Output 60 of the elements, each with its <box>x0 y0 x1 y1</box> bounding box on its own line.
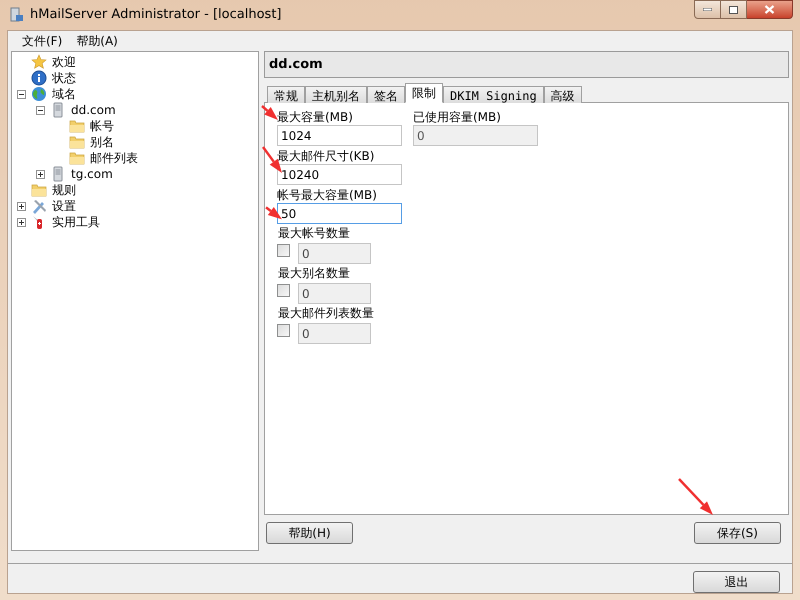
tree-item[interactable]: 域名 <box>50 85 78 103</box>
tab[interactable]: 高级 <box>544 86 582 103</box>
minimize-button[interactable] <box>694 0 721 19</box>
tab[interactable]: DKIM Signing <box>443 86 544 103</box>
help-button[interactable]: 帮助(H) <box>266 522 353 544</box>
field-label: 最大邮件尺寸(KB) <box>277 148 376 164</box>
field-label: 已使用容量(MB) <box>413 109 502 125</box>
field-label: 最大帐号数量 <box>277 225 351 241</box>
collapse-toggle[interactable] <box>16 90 26 98</box>
tree-item[interactable]: 别名 <box>88 133 116 151</box>
tree-item[interactable]: dd.com <box>69 101 118 119</box>
menu-item[interactable]: 文件(F) <box>16 32 68 50</box>
text-field[interactable]: 1024 <box>277 125 402 146</box>
field-label: 最大别名数量 <box>277 265 351 281</box>
collapse-toggle[interactable] <box>36 106 44 114</box>
maximize-button[interactable] <box>721 0 747 19</box>
star-icon <box>31 54 47 70</box>
exit-button[interactable]: 退出 <box>693 571 780 593</box>
tab[interactable]: 常规 <box>267 86 305 103</box>
tree-item[interactable]: 设置 <box>50 197 78 215</box>
maximize-icon <box>729 6 738 14</box>
minimize-icon <box>703 8 712 11</box>
expand-toggle[interactable] <box>16 218 26 226</box>
tree-item[interactable]: tg.com <box>69 165 115 183</box>
folder-icon <box>31 182 47 198</box>
folder-icon <box>69 134 85 150</box>
tab[interactable]: 签名 <box>367 86 405 103</box>
tools-icon <box>31 198 47 214</box>
plus-icon <box>36 170 44 178</box>
save-button[interactable]: 保存(S) <box>694 522 781 544</box>
annotation-arrow-icon <box>678 478 714 516</box>
tab[interactable]: 主机别名 <box>305 86 367 103</box>
plus-icon <box>18 202 24 210</box>
tab[interactable]: 限制 <box>405 83 443 103</box>
close-icon <box>764 5 775 14</box>
globe-icon <box>31 86 47 102</box>
menu-item[interactable]: 帮助(A) <box>70 32 124 50</box>
field-label: 最大容量(MB) <box>277 109 354 125</box>
expand-toggle[interactable] <box>16 202 26 210</box>
text-field[interactable]: 10240 <box>277 164 402 185</box>
close-button[interactable] <box>747 0 793 19</box>
field-label: 帐号最大容量(MB) <box>277 187 378 203</box>
expand-toggle[interactable] <box>36 170 44 178</box>
folder-icon <box>69 150 85 166</box>
panel-title: dd.com <box>269 56 323 74</box>
tree-item[interactable]: 欢迎 <box>50 53 78 71</box>
tree-item[interactable]: 状态 <box>50 69 78 87</box>
window-title: hMailServer Administrator - [localhost] <box>30 6 282 24</box>
app-icon <box>8 7 24 23</box>
tree-item[interactable]: 实用工具 <box>50 213 102 231</box>
annotation-arrow-icon <box>265 206 283 220</box>
tree-item[interactable]: 规则 <box>50 181 78 199</box>
info-icon <box>31 70 47 86</box>
tree-item[interactable]: 邮件列表 <box>88 149 140 167</box>
field-label: 最大邮件列表数量 <box>277 305 374 321</box>
tree-item[interactable]: 帐号 <box>88 117 116 135</box>
plus-icon <box>18 218 24 226</box>
folder-icon <box>69 118 85 134</box>
annotation-arrow-icon <box>261 105 279 121</box>
text-field[interactable]: 50 <box>277 203 402 224</box>
